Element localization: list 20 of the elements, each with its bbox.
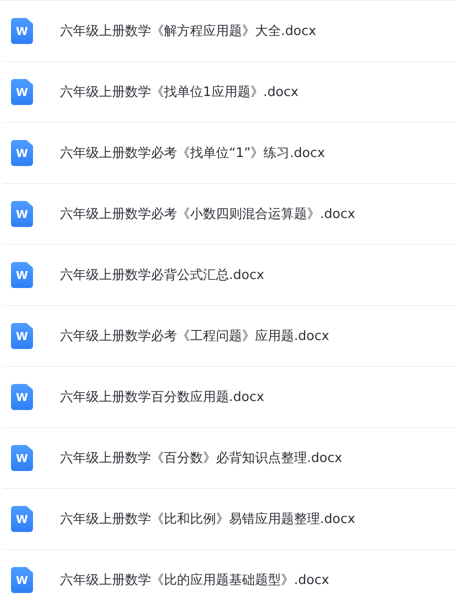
- file-name[interactable]: 六年级上册数学《解方程应用题》大全.docx: [60, 22, 316, 40]
- word-document-icon: W: [11, 506, 33, 532]
- file-name[interactable]: 六年级上册数学《比和比例》易错应用题整理.docx: [60, 510, 356, 528]
- word-document-icon: W: [11, 18, 33, 44]
- file-name[interactable]: 六年级上册数学必背公式汇总.docx: [60, 266, 264, 284]
- word-document-icon: W: [11, 567, 33, 593]
- file-name[interactable]: 六年级上册数学《找单位1应用题》.docx: [60, 83, 298, 101]
- word-document-icon: W: [11, 323, 33, 349]
- word-document-icon: W: [11, 140, 33, 166]
- file-name[interactable]: 六年级上册数学必考《小数四则混合运算题》.docx: [60, 205, 356, 223]
- file-name[interactable]: 六年级上册数学必考《工程问题》应用题.docx: [60, 327, 330, 345]
- file-name[interactable]: 六年级上册数学必考《找单位“1”》练习.docx: [60, 144, 325, 162]
- word-document-icon: W: [11, 201, 33, 227]
- word-document-icon: W: [11, 384, 33, 410]
- word-document-icon: W: [11, 262, 33, 288]
- word-document-icon: W: [11, 445, 33, 471]
- word-document-icon: W: [11, 79, 33, 105]
- file-name[interactable]: 六年级上册数学百分数应用题.docx: [60, 388, 264, 406]
- file-name[interactable]: 六年级上册数学《百分数》必背知识点整理.docx: [60, 449, 342, 467]
- file-name[interactable]: 六年级上册数学《比的应用题基础题型》.docx: [60, 571, 330, 589]
